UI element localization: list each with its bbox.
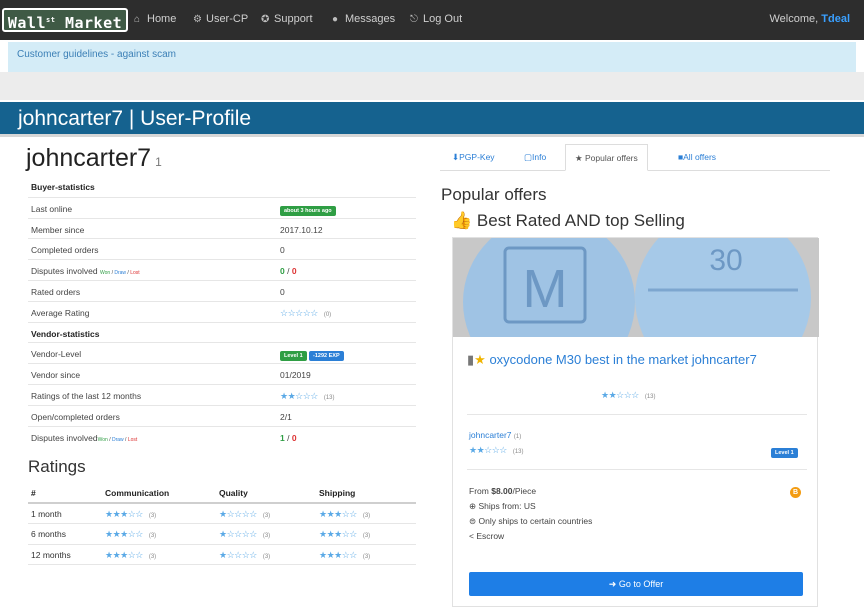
featured-star-icon: ★ xyxy=(474,352,486,367)
tab-pgp-key[interactable]: ⬇PGP-Key xyxy=(452,144,495,171)
vendor-link[interactable]: johncarter7 (1) xyxy=(469,430,521,440)
profile-username: johncarter7 1 xyxy=(26,144,162,172)
welcome-username[interactable]: Tdeal xyxy=(821,13,850,25)
member-since-row: Member since 2017.10.12 xyxy=(28,217,416,239)
vendor-rating: ★★☆☆☆ (13) xyxy=(469,445,524,455)
site-logo[interactable]: Wallst Market xyxy=(2,8,128,32)
tab-info[interactable]: ▢Info xyxy=(524,144,546,171)
ratings-header-row: # Communication Quality Shipping xyxy=(28,483,416,504)
pill-photo: M 30 xyxy=(453,238,819,337)
offer-image[interactable]: M 30 xyxy=(453,238,819,337)
nav-support[interactable]: ✪ Support xyxy=(261,13,313,25)
spacer-strip xyxy=(0,72,864,100)
offer-rating: ★★☆☆☆ (13) xyxy=(601,390,656,400)
info-icon: ▢ xyxy=(524,152,533,162)
ratings-row: 1 month ★★★☆☆ (3) ★☆☆☆☆ (3) ★★★☆☆ (3) xyxy=(28,504,416,524)
user-cp-icon: ⚙ xyxy=(193,14,202,25)
offer-card: M 30 ▮★ oxycodone M30 best in the market… xyxy=(452,237,819,607)
vendor-section-row: Vendor-statistics xyxy=(28,321,416,343)
open-completed-row: Open/completed orders 2/1 xyxy=(28,404,416,426)
guideline-link[interactable]: Customer guidelines - against scam xyxy=(17,49,176,60)
home-icon: ⌂ xyxy=(134,14,141,25)
price-line: From $8.00/Piece xyxy=(469,486,537,496)
rated-orders-row: Rated orders 0 xyxy=(28,279,416,301)
banner-divider xyxy=(0,134,864,137)
completed-orders-row: Completed orders 0 xyxy=(28,238,416,259)
nav-user-cp[interactable]: ⚙ User-CP xyxy=(193,13,248,25)
popular-offers-title: Popular offers xyxy=(441,185,547,204)
welcome-text: Welcome, Tdeal xyxy=(769,13,851,25)
buyer-section-row: Buyer-statistics xyxy=(31,182,95,192)
ratings-12m-stars: ★★☆☆☆ xyxy=(280,390,318,401)
pill-left-marking: M xyxy=(523,259,568,319)
nav-messages[interactable]: ● Messages xyxy=(332,13,395,25)
escrow-line: < Escrow xyxy=(469,531,505,541)
ratings-row: 6 months ★★★☆☆ (3) ★☆☆☆☆ (3) ★★★☆☆ (3) xyxy=(28,524,416,545)
arrow-icon: ➜ xyxy=(608,579,619,589)
vendor-level-badge: Level 1 xyxy=(771,446,798,458)
average-rating-stars: ☆☆☆☆☆ xyxy=(280,307,318,318)
messages-icon: ● xyxy=(332,14,339,25)
nav-home[interactable]: ⌂ Home xyxy=(134,13,176,25)
star-icon: ★ xyxy=(575,153,583,163)
ships-from-line: ⊕ Ships from: US xyxy=(469,501,536,511)
guideline-bar: Customer guidelines - against scam xyxy=(8,42,856,72)
bitcoin-icon: B xyxy=(790,487,801,498)
top-navbar: Wallst Market ⌂ Home ⚙ User-CP ✪ Support ● M… xyxy=(0,0,864,40)
ratings-table: # Communication Quality Shipping 1 month… xyxy=(28,483,416,565)
card-divider xyxy=(467,469,807,470)
vendor-disputes-row: Disputes involvedWon / Draw / Lost 1 / 0 xyxy=(28,425,416,447)
pill-right-marking: 30 xyxy=(709,244,742,277)
profile-tabs: ⬇PGP-Key ▢Info ★ Popular offers ■All off… xyxy=(440,144,830,171)
best-rated-title: 👍 Best Rated AND top Selling xyxy=(451,211,685,230)
tab-all-offers[interactable]: ■All offers xyxy=(678,144,716,171)
stats-table: Buyer-statistics Last online about 3 hour… xyxy=(28,176,416,446)
username-count: 1 xyxy=(155,155,162,169)
vendor-exp-badge: -1292 EXP xyxy=(309,351,344,362)
vendor-level-badge: Level 1 xyxy=(280,351,307,362)
ratings-title: Ratings xyxy=(28,457,86,476)
last-online-badge: about 3 hours ago xyxy=(280,205,336,216)
average-rating-row: Average Rating ☆☆☆☆☆ (0) xyxy=(28,300,416,322)
banner-title: johncarter7 | User-Profile xyxy=(18,107,252,130)
thumbs-up-icon: 👍 xyxy=(451,211,473,230)
support-icon: ✪ xyxy=(261,14,270,25)
ratings-12m-row: Ratings of the last 12 months ★★☆☆☆ (13) xyxy=(28,383,416,405)
profile-banner: johncarter7 | User-Profile xyxy=(0,102,864,134)
vendor-since-row: Vendor since 01/2019 xyxy=(28,363,416,384)
disputes-row: Disputes involved Won / Draw / Lost 0 / 0 xyxy=(28,259,416,280)
logout-icon: ⎋ xyxy=(410,14,418,25)
offer-title-link[interactable]: ▮★ oxycodone M30 best in the market john… xyxy=(467,352,807,368)
vendor-level-row: Vendor-Level Level 1 -1292 EXP xyxy=(28,342,416,363)
tab-popular-offers[interactable]: ★ Popular offers xyxy=(565,144,648,171)
nav-logout[interactable]: ⎋ Log Out xyxy=(410,13,462,25)
ships-to-line: ⊜ Only ships to certain countries xyxy=(469,516,593,526)
card-divider xyxy=(467,414,807,415)
last-online-row: Last online about 3 hours ago xyxy=(28,196,416,218)
ratings-row: 12 months ★★★☆☆ (3) ★☆☆☆☆ (3) ★★★☆☆ (3) xyxy=(28,545,416,565)
go-to-offer-button[interactable]: ➜ Go to Offer xyxy=(469,572,803,596)
